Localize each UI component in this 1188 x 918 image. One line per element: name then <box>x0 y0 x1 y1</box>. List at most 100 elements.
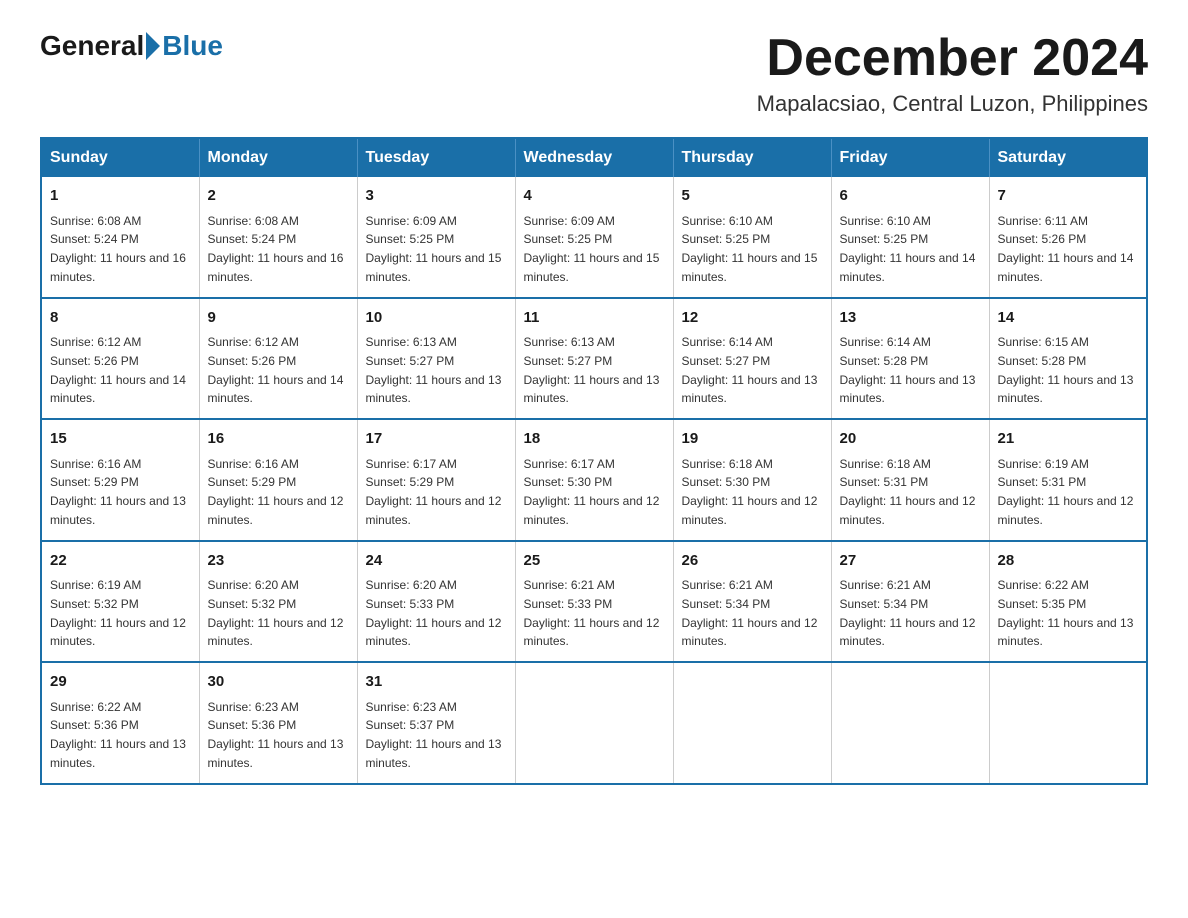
day-info: Sunrise: 6:12 AMSunset: 5:26 PMDaylight:… <box>208 335 344 405</box>
day-number: 16 <box>208 428 349 451</box>
day-number: 9 <box>208 307 349 330</box>
calendar-cell: 30 Sunrise: 6:23 AMSunset: 5:36 PMDaylig… <box>199 662 357 784</box>
logo-arrow-icon <box>146 32 160 60</box>
day-number: 10 <box>366 307 507 330</box>
calendar-cell: 25 Sunrise: 6:21 AMSunset: 5:33 PMDaylig… <box>515 541 673 663</box>
calendar-cell: 28 Sunrise: 6:22 AMSunset: 5:35 PMDaylig… <box>989 541 1147 663</box>
day-number: 5 <box>682 185 823 208</box>
calendar-cell: 3 Sunrise: 6:09 AMSunset: 5:25 PMDayligh… <box>357 177 515 298</box>
calendar-header: SundayMondayTuesdayWednesdayThursdayFrid… <box>41 138 1147 177</box>
day-number: 1 <box>50 185 191 208</box>
weekday-header-friday: Friday <box>831 138 989 177</box>
calendar-cell: 1 Sunrise: 6:08 AMSunset: 5:24 PMDayligh… <box>41 177 199 298</box>
calendar-cell: 21 Sunrise: 6:19 AMSunset: 5:31 PMDaylig… <box>989 419 1147 541</box>
day-number: 13 <box>840 307 981 330</box>
calendar-cell: 13 Sunrise: 6:14 AMSunset: 5:28 PMDaylig… <box>831 298 989 420</box>
day-info: Sunrise: 6:16 AMSunset: 5:29 PMDaylight:… <box>50 457 186 527</box>
calendar-cell: 4 Sunrise: 6:09 AMSunset: 5:25 PMDayligh… <box>515 177 673 298</box>
day-info: Sunrise: 6:14 AMSunset: 5:28 PMDaylight:… <box>840 335 976 405</box>
day-info: Sunrise: 6:17 AMSunset: 5:30 PMDaylight:… <box>524 457 660 527</box>
day-number: 29 <box>50 671 191 694</box>
calendar-cell <box>515 662 673 784</box>
location-subtitle: Mapalacsiao, Central Luzon, Philippines <box>757 91 1148 117</box>
day-number: 11 <box>524 307 665 330</box>
day-number: 7 <box>998 185 1139 208</box>
weekday-header-monday: Monday <box>199 138 357 177</box>
day-info: Sunrise: 6:22 AMSunset: 5:36 PMDaylight:… <box>50 700 186 770</box>
day-info: Sunrise: 6:10 AMSunset: 5:25 PMDaylight:… <box>840 214 976 284</box>
day-info: Sunrise: 6:20 AMSunset: 5:33 PMDaylight:… <box>366 578 502 648</box>
weekday-header-sunday: Sunday <box>41 138 199 177</box>
calendar-cell: 12 Sunrise: 6:14 AMSunset: 5:27 PMDaylig… <box>673 298 831 420</box>
calendar-cell: 17 Sunrise: 6:17 AMSunset: 5:29 PMDaylig… <box>357 419 515 541</box>
day-info: Sunrise: 6:14 AMSunset: 5:27 PMDaylight:… <box>682 335 818 405</box>
day-info: Sunrise: 6:17 AMSunset: 5:29 PMDaylight:… <box>366 457 502 527</box>
day-info: Sunrise: 6:22 AMSunset: 5:35 PMDaylight:… <box>998 578 1134 648</box>
logo-blue-text: Blue <box>162 30 223 62</box>
day-info: Sunrise: 6:18 AMSunset: 5:30 PMDaylight:… <box>682 457 818 527</box>
calendar-week-2: 8 Sunrise: 6:12 AMSunset: 5:26 PMDayligh… <box>41 298 1147 420</box>
day-info: Sunrise: 6:19 AMSunset: 5:32 PMDaylight:… <box>50 578 186 648</box>
day-info: Sunrise: 6:19 AMSunset: 5:31 PMDaylight:… <box>998 457 1134 527</box>
day-info: Sunrise: 6:12 AMSunset: 5:26 PMDaylight:… <box>50 335 186 405</box>
calendar-cell <box>989 662 1147 784</box>
month-title: December 2024 <box>757 30 1148 87</box>
calendar-cell: 26 Sunrise: 6:21 AMSunset: 5:34 PMDaylig… <box>673 541 831 663</box>
calendar-cell: 29 Sunrise: 6:22 AMSunset: 5:36 PMDaylig… <box>41 662 199 784</box>
calendar-cell: 23 Sunrise: 6:20 AMSunset: 5:32 PMDaylig… <box>199 541 357 663</box>
day-info: Sunrise: 6:18 AMSunset: 5:31 PMDaylight:… <box>840 457 976 527</box>
day-info: Sunrise: 6:21 AMSunset: 5:34 PMDaylight:… <box>682 578 818 648</box>
calendar-cell <box>831 662 989 784</box>
calendar-week-5: 29 Sunrise: 6:22 AMSunset: 5:36 PMDaylig… <box>41 662 1147 784</box>
weekday-header-tuesday: Tuesday <box>357 138 515 177</box>
logo-general-text: General <box>40 30 144 62</box>
day-info: Sunrise: 6:09 AMSunset: 5:25 PMDaylight:… <box>366 214 502 284</box>
day-info: Sunrise: 6:16 AMSunset: 5:29 PMDaylight:… <box>208 457 344 527</box>
day-number: 18 <box>524 428 665 451</box>
day-number: 24 <box>366 550 507 573</box>
day-number: 28 <box>998 550 1139 573</box>
calendar-cell: 11 Sunrise: 6:13 AMSunset: 5:27 PMDaylig… <box>515 298 673 420</box>
calendar-table: SundayMondayTuesdayWednesdayThursdayFrid… <box>40 137 1148 785</box>
calendar-cell: 24 Sunrise: 6:20 AMSunset: 5:33 PMDaylig… <box>357 541 515 663</box>
day-number: 25 <box>524 550 665 573</box>
day-info: Sunrise: 6:21 AMSunset: 5:34 PMDaylight:… <box>840 578 976 648</box>
calendar-cell: 14 Sunrise: 6:15 AMSunset: 5:28 PMDaylig… <box>989 298 1147 420</box>
calendar-cell <box>673 662 831 784</box>
day-info: Sunrise: 6:10 AMSunset: 5:25 PMDaylight:… <box>682 214 818 284</box>
day-info: Sunrise: 6:09 AMSunset: 5:25 PMDaylight:… <box>524 214 660 284</box>
day-info: Sunrise: 6:21 AMSunset: 5:33 PMDaylight:… <box>524 578 660 648</box>
day-info: Sunrise: 6:13 AMSunset: 5:27 PMDaylight:… <box>366 335 502 405</box>
logo: General Blue <box>40 30 223 62</box>
day-number: 15 <box>50 428 191 451</box>
page-header: General Blue December 2024 Mapalacsiao, … <box>40 30 1148 117</box>
day-number: 2 <box>208 185 349 208</box>
day-info: Sunrise: 6:11 AMSunset: 5:26 PMDaylight:… <box>998 214 1134 284</box>
title-area: December 2024 Mapalacsiao, Central Luzon… <box>757 30 1148 117</box>
day-number: 8 <box>50 307 191 330</box>
calendar-cell: 18 Sunrise: 6:17 AMSunset: 5:30 PMDaylig… <box>515 419 673 541</box>
day-info: Sunrise: 6:23 AMSunset: 5:37 PMDaylight:… <box>366 700 502 770</box>
day-info: Sunrise: 6:15 AMSunset: 5:28 PMDaylight:… <box>998 335 1134 405</box>
calendar-cell: 2 Sunrise: 6:08 AMSunset: 5:24 PMDayligh… <box>199 177 357 298</box>
weekday-header-saturday: Saturday <box>989 138 1147 177</box>
weekday-header-thursday: Thursday <box>673 138 831 177</box>
day-number: 26 <box>682 550 823 573</box>
calendar-cell: 6 Sunrise: 6:10 AMSunset: 5:25 PMDayligh… <box>831 177 989 298</box>
calendar-week-1: 1 Sunrise: 6:08 AMSunset: 5:24 PMDayligh… <box>41 177 1147 298</box>
calendar-cell: 5 Sunrise: 6:10 AMSunset: 5:25 PMDayligh… <box>673 177 831 298</box>
day-number: 6 <box>840 185 981 208</box>
day-number: 3 <box>366 185 507 208</box>
calendar-week-4: 22 Sunrise: 6:19 AMSunset: 5:32 PMDaylig… <box>41 541 1147 663</box>
calendar-cell: 27 Sunrise: 6:21 AMSunset: 5:34 PMDaylig… <box>831 541 989 663</box>
calendar-cell: 20 Sunrise: 6:18 AMSunset: 5:31 PMDaylig… <box>831 419 989 541</box>
day-number: 17 <box>366 428 507 451</box>
calendar-body: 1 Sunrise: 6:08 AMSunset: 5:24 PMDayligh… <box>41 177 1147 784</box>
day-number: 20 <box>840 428 981 451</box>
weekday-header-row: SundayMondayTuesdayWednesdayThursdayFrid… <box>41 138 1147 177</box>
day-number: 22 <box>50 550 191 573</box>
day-number: 12 <box>682 307 823 330</box>
day-info: Sunrise: 6:23 AMSunset: 5:36 PMDaylight:… <box>208 700 344 770</box>
day-number: 21 <box>998 428 1139 451</box>
day-number: 31 <box>366 671 507 694</box>
